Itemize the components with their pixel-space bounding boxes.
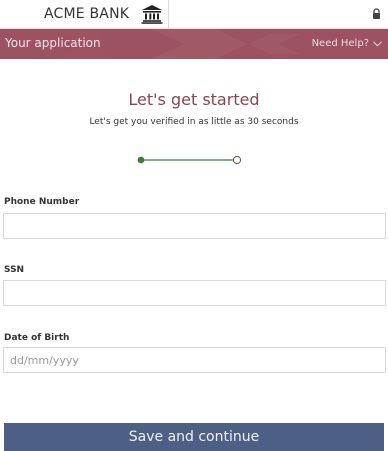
application-bar: Your application Need Help? [0, 29, 388, 59]
page-subtitle: Let's get you verified in as little as 3… [89, 117, 299, 127]
need-help-link[interactable]: Need Help? [312, 38, 382, 49]
application-title: Your application [5, 36, 101, 50]
brand-tab[interactable]: ACME BANK [28, 0, 169, 28]
ssn-field[interactable] [3, 280, 386, 306]
phone-number-field[interactable] [3, 213, 386, 239]
save-and-continue-button[interactable]: Save and continue [4, 423, 384, 451]
page-title: Let's get started [128, 90, 260, 109]
phone-number-label: Phone Number [4, 197, 80, 207]
top-bar: ACME BANK [0, 0, 388, 29]
ssn-label: SSN [4, 265, 25, 275]
bank-name: ACME BANK [44, 6, 130, 22]
chevron-down-icon [373, 40, 382, 47]
need-help-label: Need Help? [311, 38, 369, 49]
lock-icon [373, 8, 380, 19]
date-of-birth-field[interactable] [3, 347, 386, 373]
step-progress-indicator [137, 155, 242, 165]
date-of-birth-label: Date of Birth [4, 333, 70, 343]
step-1-dot [137, 156, 145, 164]
bank-building-icon [141, 5, 163, 24]
step-2-dot [232, 155, 242, 165]
